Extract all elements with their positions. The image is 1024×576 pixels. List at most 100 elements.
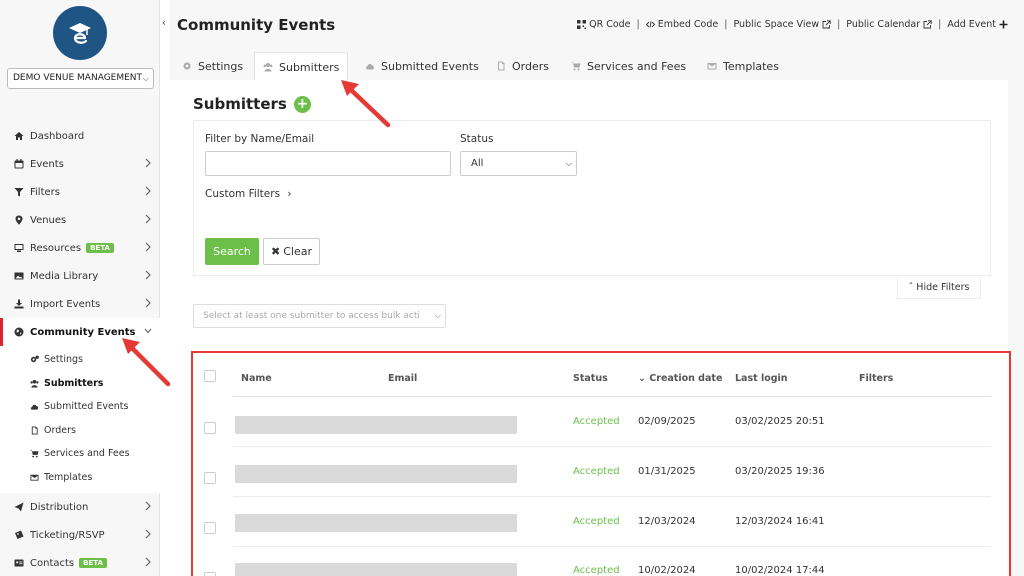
embed-code-link[interactable]: Embed Code xyxy=(645,19,719,30)
chevron-right-icon xyxy=(144,186,152,196)
name-filter-label: Filter by Name/Email xyxy=(205,133,315,145)
download-icon xyxy=(13,298,25,310)
file-icon xyxy=(496,61,506,71)
submitters-panel: Submitters + Filter by Name/Email Status… xyxy=(170,80,1011,576)
cloud-upload-icon xyxy=(30,401,41,412)
sidebar-subitem-label: Templates xyxy=(44,471,93,483)
cart-icon xyxy=(30,448,41,459)
sidebar-item-community-events[interactable]: Community Events xyxy=(0,318,160,346)
column-header-last-login[interactable]: Last login xyxy=(735,373,788,384)
external-link-icon xyxy=(822,20,831,29)
sidebar-item-contacts[interactable]: Contacts BETA xyxy=(0,549,160,576)
column-header-name[interactable]: Name xyxy=(241,373,272,384)
chevron-right-icon xyxy=(144,501,152,511)
tab-submitted-events[interactable]: Submitted Events xyxy=(357,52,487,80)
chevron-down-icon: ⌵ xyxy=(142,74,149,83)
sidebar-item-label: Events xyxy=(30,158,64,170)
chevron-right-icon xyxy=(144,298,152,308)
logo-mark-icon xyxy=(69,23,91,44)
sidebar-item-label: Venues xyxy=(30,214,67,226)
sidebar-subitem-orders[interactable]: Orders xyxy=(0,419,160,443)
tab-orders[interactable]: Orders xyxy=(488,52,557,80)
sidebar-item-filters[interactable]: Filters xyxy=(0,178,160,206)
chevron-right-icon xyxy=(144,557,152,567)
chevron-down-icon xyxy=(144,326,152,336)
column-header-email[interactable]: Email xyxy=(388,373,417,384)
venue-select[interactable]: DEMO VENUE MANAGEMENT ⌵ xyxy=(7,68,154,89)
sidebar-subitem-templates[interactable]: Templates xyxy=(0,466,160,490)
home-icon xyxy=(13,130,25,142)
row-checkbox[interactable] xyxy=(204,572,216,576)
plus-icon xyxy=(999,20,1008,29)
globe-icon xyxy=(13,326,25,338)
sidebar-item-media-library[interactable]: Media Library xyxy=(0,262,160,290)
sidebar-subitem-label: Submitted Events xyxy=(44,401,129,413)
separator: | xyxy=(724,19,728,30)
main-content: Community Events QR Code | Embed Code | … xyxy=(170,0,1024,576)
add-event-link[interactable]: Add Event xyxy=(947,19,1008,30)
qr-code-icon xyxy=(577,20,587,29)
sidebar-item-distribution[interactable]: Distribution xyxy=(0,493,160,521)
row-creation-date: 10/02/2024 xyxy=(638,565,696,576)
tab-templates[interactable]: Templates xyxy=(699,52,787,80)
column-header-creation-date[interactable]: ⌄ Creation date xyxy=(638,373,722,384)
name-email-filter-input[interactable] xyxy=(205,151,451,176)
qr-code-label: QR Code xyxy=(589,19,631,30)
column-header-status[interactable]: Status xyxy=(573,373,608,384)
tab-label: Services and Fees xyxy=(587,59,687,73)
embed-code-label: Embed Code xyxy=(657,19,719,30)
hide-filters-button[interactable]: ˆ Hide Filters xyxy=(897,277,981,299)
sidebar-subitem-submitted-events[interactable]: Submitted Events xyxy=(0,395,160,419)
bulk-actions-select[interactable]: Select at least one submitter to access … xyxy=(193,304,446,328)
row-checkbox[interactable] xyxy=(204,422,216,434)
sidebar-item-ticketing-rsvp[interactable]: Ticketing/RSVP xyxy=(0,521,160,549)
row-checkbox[interactable] xyxy=(204,522,216,534)
tab-services-and-fees[interactable]: Services and Fees xyxy=(563,52,694,80)
custom-filters-label: Custom Filters xyxy=(205,188,281,200)
sidebar-subitem-settings[interactable]: Settings xyxy=(0,348,160,372)
row-status: Accepted xyxy=(573,416,620,427)
sidebar-item-import-events[interactable]: Import Events xyxy=(0,290,160,318)
row-status: Accepted xyxy=(573,466,620,477)
public-space-view-link[interactable]: Public Space View xyxy=(733,19,831,30)
filter-panel: Filter by Name/Email Status All ⌵ Custom… xyxy=(193,120,991,276)
sidebar-item-resources[interactable]: Resources BETA xyxy=(0,234,160,262)
tab-label: Submitted Events xyxy=(381,59,479,73)
tab-label: Orders xyxy=(512,59,549,73)
sidebar-item-dashboard[interactable]: Dashboard xyxy=(0,122,160,150)
row-status: Accepted xyxy=(573,516,620,527)
search-button[interactable]: Search xyxy=(205,238,259,265)
status-filter-select[interactable]: All ⌵ xyxy=(460,151,577,176)
cloud-upload-icon xyxy=(365,61,375,71)
qr-code-link[interactable]: QR Code xyxy=(577,19,631,30)
sidebar-item-events[interactable]: Events xyxy=(0,150,160,178)
separator: | xyxy=(636,19,640,30)
app-logo[interactable] xyxy=(53,6,107,60)
sidebar-item-label: Media Library xyxy=(30,270,99,282)
tab-submitters[interactable]: Submitters xyxy=(254,52,349,81)
add-submitter-button[interactable]: + xyxy=(293,95,311,113)
redacted-name-email xyxy=(235,465,517,483)
section-title-text: Submitters xyxy=(193,95,287,113)
separator: | xyxy=(938,19,942,30)
users-icon xyxy=(30,378,41,389)
select-all-checkbox[interactable] xyxy=(204,370,216,382)
sidebar-item-venues[interactable]: Venues xyxy=(0,206,160,234)
column-header-filters[interactable]: Filters xyxy=(859,373,893,384)
header-divider xyxy=(233,396,991,397)
chevron-right-icon xyxy=(144,270,152,280)
chevron-up-icon: ˆ xyxy=(908,282,914,293)
row-divider xyxy=(233,546,991,547)
sidebar-subitem-services-and-fees[interactable]: Services and Fees xyxy=(0,442,160,466)
redacted-name-email xyxy=(235,514,517,532)
tab-settings[interactable]: Settings xyxy=(174,52,251,80)
row-creation-date: 01/31/2025 xyxy=(638,466,696,477)
public-calendar-link[interactable]: Public Calendar xyxy=(846,19,932,30)
custom-filters-toggle[interactable]: Custom Filters › xyxy=(205,188,292,200)
sidebar-collapse-button[interactable]: ‹ xyxy=(158,14,170,30)
clear-button[interactable]: ✖ Clear xyxy=(263,238,320,265)
row-checkbox[interactable] xyxy=(204,472,216,484)
map-pin-icon xyxy=(13,214,25,226)
beta-badge: BETA xyxy=(79,558,107,568)
sidebar-subitem-submitters[interactable]: Submitters xyxy=(0,372,160,396)
